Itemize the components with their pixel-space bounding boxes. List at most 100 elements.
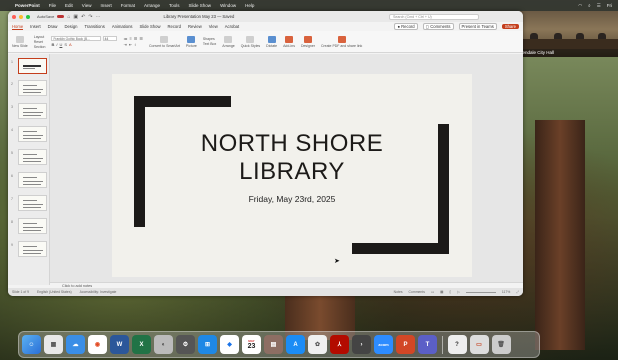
numbering-icon[interactable]: ≡	[129, 36, 131, 41]
comments-button[interactable]: ◻ Comments	[422, 23, 454, 30]
video-thumbnail[interactable]: Glendale City Hall	[516, 11, 618, 57]
tab-slide-show[interactable]: Slide Show	[140, 24, 161, 29]
chrome-icon[interactable]: ◉	[88, 335, 107, 354]
slide-thumbnail-7[interactable]	[18, 195, 47, 211]
convert-smartart-button[interactable]: Convert to SmartArt	[149, 35, 180, 48]
menu-format[interactable]: Format	[121, 3, 135, 8]
launchpad-icon[interactable]: ▦	[44, 335, 63, 354]
notes-button[interactable]: Notes	[394, 290, 403, 294]
slide-editor-canvas[interactable]: NORTH SHORE LIBRARY Friday, May 23rd, 20…	[50, 54, 523, 282]
tab-insert[interactable]: Insert	[30, 24, 40, 29]
menu-slide-show[interactable]: Slide Show	[189, 3, 212, 8]
menu-help[interactable]: Help	[245, 3, 254, 8]
picture-button[interactable]: Picture	[186, 35, 197, 48]
reading-view-icon[interactable]: ▯	[449, 290, 451, 294]
slide-thumbnail-5[interactable]	[18, 149, 47, 165]
trash-icon[interactable]: 🗑	[491, 335, 511, 354]
tab-review[interactable]: Review	[188, 24, 202, 29]
dictate-button[interactable]: Dictate	[266, 35, 277, 48]
more-icon[interactable]: ⋯	[96, 14, 101, 20]
app-store-icon[interactable]: A	[286, 335, 305, 354]
slide-thumbnail-pane[interactable]: 1 2 3 4 5 6 7 8 9	[8, 54, 50, 285]
windows-app-icon[interactable]: ⊞	[198, 335, 217, 354]
menu-app-name[interactable]: PowerPoint	[15, 3, 40, 8]
menu-tools[interactable]: Tools	[169, 3, 180, 8]
reset-button[interactable]: Reset	[34, 40, 46, 44]
search-input[interactable]: Search (Cmd + Ctrl + U)	[389, 13, 479, 20]
autosave-toggle[interactable]	[57, 14, 65, 19]
comments-status-button[interactable]: Comments	[409, 290, 425, 294]
align-left-icon[interactable]: ☰	[134, 36, 138, 41]
sorter-view-icon[interactable]: ▦	[440, 290, 443, 294]
slide-thumbnail-9[interactable]	[18, 241, 47, 257]
close-button[interactable]	[12, 14, 16, 19]
text-box-button[interactable]: Text Box	[203, 42, 216, 46]
new-slide-button[interactable]: New Slide	[12, 35, 28, 48]
tab-draw[interactable]: Draw	[48, 24, 58, 29]
undo-icon[interactable]: ↶	[81, 14, 85, 20]
share-button[interactable]: Share	[501, 24, 519, 29]
tab-transitions[interactable]: Transitions	[84, 24, 104, 29]
terminal-icon[interactable]: ›	[352, 335, 371, 354]
acrobat-icon[interactable]: ⅄	[330, 335, 349, 354]
tab-home[interactable]: Home	[12, 24, 24, 30]
tab-view[interactable]: View	[209, 24, 218, 29]
notes-app-icon[interactable]: ▤	[264, 335, 283, 354]
quick-styles-button[interactable]: Quick Styles	[241, 35, 260, 48]
wifi-icon[interactable]: ◠	[578, 3, 582, 9]
slide-thumbnail-2[interactable]	[18, 80, 47, 96]
current-slide[interactable]: NORTH SHORE LIBRARY Friday, May 23rd, 20…	[112, 74, 472, 277]
onedrive-icon[interactable]: ☁	[66, 335, 85, 354]
italic-button[interactable]: I	[56, 42, 57, 47]
normal-view-icon[interactable]: ▭	[431, 290, 434, 294]
clock[interactable]: Fri	[607, 3, 612, 9]
section-button[interactable]: Section	[34, 45, 46, 49]
present-teams-button[interactable]: Present in Teams	[458, 23, 497, 30]
zoom-slider[interactable]	[465, 291, 496, 293]
add-ins-button[interactable]: Add-ins	[283, 35, 295, 48]
minimize-button[interactable]	[19, 14, 23, 19]
control-center-icon[interactable]: ☰	[597, 3, 601, 9]
menu-file[interactable]: File	[49, 3, 56, 8]
slide-thumbnail-1[interactable]	[18, 58, 47, 74]
disk-utility-icon[interactable]: ◐	[154, 335, 173, 354]
underline-button[interactable]: U	[59, 42, 62, 47]
slide-subtitle[interactable]: Friday, May 23rd, 2025	[112, 194, 472, 204]
arrange-button[interactable]: Arrange	[222, 35, 235, 48]
strikethrough-button[interactable]: S	[64, 42, 67, 47]
slide-title[interactable]: NORTH SHORE LIBRARY	[112, 130, 472, 186]
maps-icon[interactable]: ◆	[220, 335, 239, 354]
record-button[interactable]: ● Record	[394, 23, 418, 30]
slide-thumbnail-6[interactable]	[18, 172, 47, 188]
shapes-button[interactable]: Shapes	[203, 37, 216, 41]
slide-thumbnail-4[interactable]	[18, 126, 47, 142]
help-icon[interactable]: ?	[447, 335, 467, 354]
search-icon[interactable]: ⌕	[588, 3, 591, 9]
excel-icon[interactable]: X	[132, 335, 151, 354]
recent-document-icon[interactable]: ▭	[469, 335, 489, 354]
layout-button[interactable]: Layout	[34, 35, 46, 39]
tab-acrobat[interactable]: Acrobat	[225, 24, 239, 29]
zoom-app-icon[interactable]: zoom	[374, 335, 393, 354]
line-spacing-icon[interactable]: ↕	[134, 42, 136, 47]
system-settings-icon[interactable]: ⚙	[176, 335, 195, 354]
slide-thumbnail-3[interactable]	[18, 103, 47, 119]
bold-button[interactable]: B	[51, 42, 54, 47]
designer-button[interactable]: Designer	[301, 35, 315, 48]
font-color-icon[interactable]: A	[69, 42, 72, 47]
accessibility-status[interactable]: Accessibility: Investigate	[80, 290, 117, 294]
create-pdf-button[interactable]: Create PDF and share link	[321, 35, 362, 48]
language-indicator[interactable]: English (United States)	[37, 290, 72, 294]
indent-icon[interactable]: ⇥	[123, 42, 126, 47]
document-title[interactable]: Library Presentation May 23 — Saved	[164, 14, 235, 19]
word-icon[interactable]: W	[110, 335, 129, 354]
outdent-icon[interactable]: ⇤	[129, 42, 132, 47]
powerpoint-icon[interactable]: P	[396, 335, 415, 354]
menu-edit[interactable]: Edit	[65, 3, 73, 8]
menu-view[interactable]: View	[82, 3, 92, 8]
align-center-icon[interactable]: ☰	[139, 36, 143, 41]
home-icon[interactable]: ⌂	[67, 14, 70, 20]
fullscreen-button[interactable]	[26, 14, 30, 19]
slideshow-icon[interactable]: ▷	[457, 290, 460, 294]
zoom-level[interactable]: 117%	[502, 290, 510, 294]
